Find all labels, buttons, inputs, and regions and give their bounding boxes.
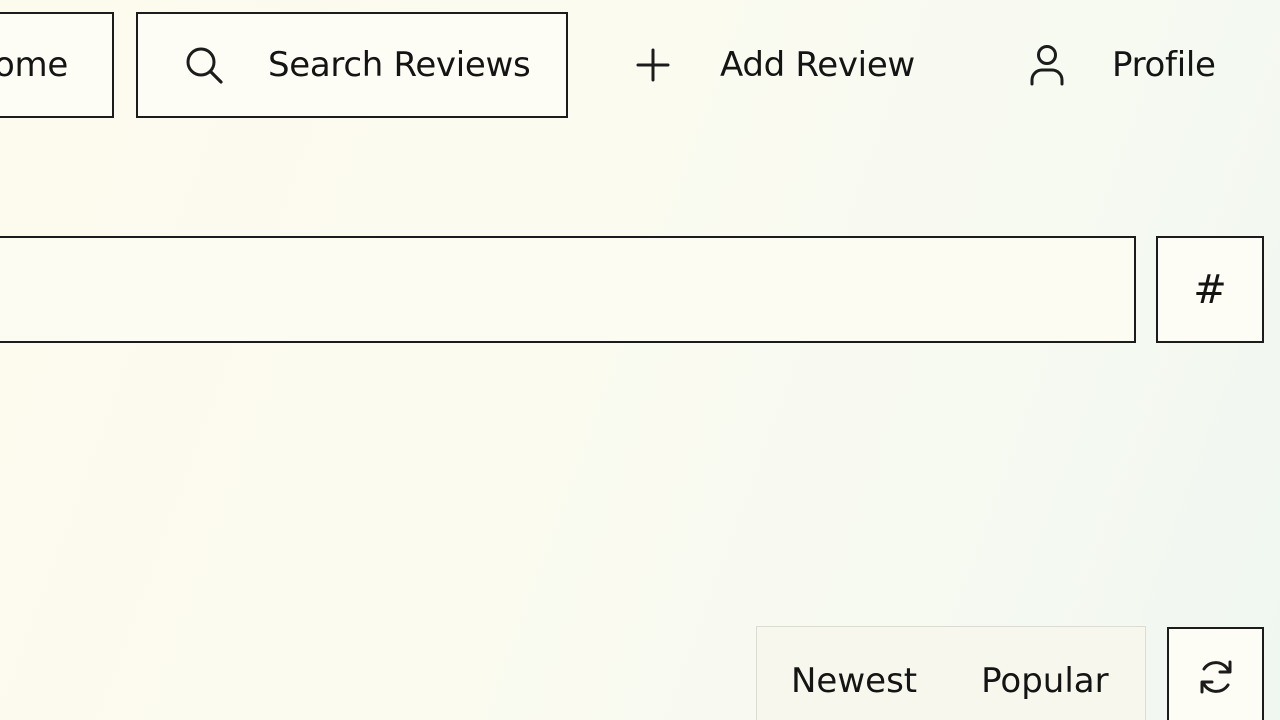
review-input-field[interactable] xyxy=(0,236,1136,343)
sort-toggle-group: Newest Popular xyxy=(756,626,1146,720)
nav-home-label: Home xyxy=(0,45,68,85)
plus-icon xyxy=(634,46,672,84)
hashtag-label: # xyxy=(1193,266,1227,313)
user-icon xyxy=(1028,43,1066,87)
nav-search-reviews-label: Search Reviews xyxy=(268,45,531,85)
nav-search-reviews-button[interactable]: Search Reviews xyxy=(136,12,568,118)
refresh-button[interactable] xyxy=(1167,627,1264,720)
nav-profile-label: Profile xyxy=(1112,45,1216,85)
hashtag-button[interactable]: # xyxy=(1156,236,1264,343)
nav-add-review-button[interactable]: Add Review xyxy=(634,12,934,118)
search-icon xyxy=(182,43,226,87)
nav-home-button[interactable]: Home xyxy=(0,12,114,118)
nav-profile-button[interactable]: Profile xyxy=(1028,12,1268,118)
sort-popular-button[interactable]: Popular xyxy=(981,661,1108,701)
sort-newest-button[interactable]: Newest xyxy=(791,661,917,701)
refresh-icon xyxy=(1196,657,1236,697)
review-input[interactable] xyxy=(0,238,1134,341)
nav-add-review-label: Add Review xyxy=(720,45,915,85)
